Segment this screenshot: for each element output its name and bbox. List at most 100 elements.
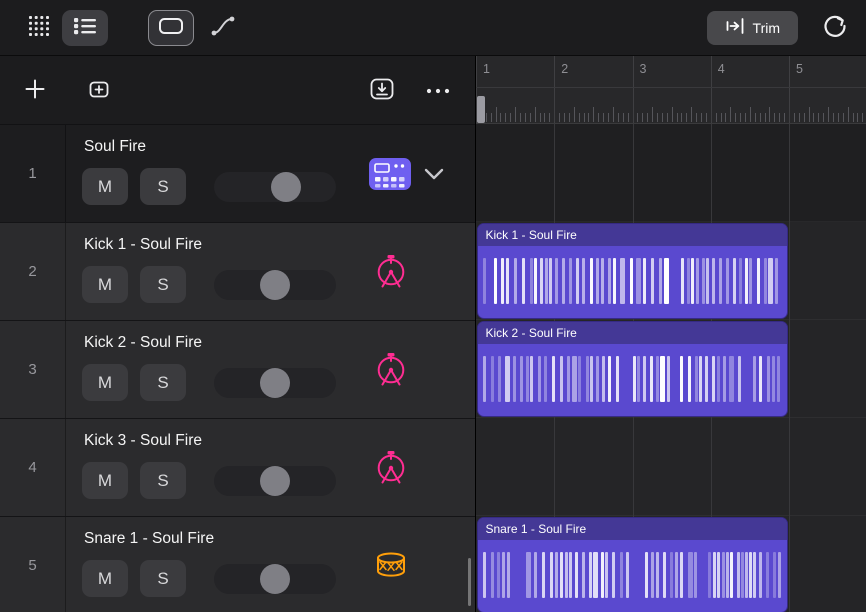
note-bar	[483, 552, 486, 598]
timeline-ruler[interactable]: 12345	[476, 56, 866, 124]
ruler-tick	[833, 113, 834, 122]
ruler-tick	[672, 107, 673, 122]
region-header: Snare 1 - Soul Fire	[478, 518, 787, 540]
ruler-tick	[848, 107, 849, 122]
track-lane[interactable]	[476, 418, 866, 516]
note-bar	[733, 258, 736, 304]
toolbar-right-group: Trim	[707, 10, 858, 46]
ruler-tick	[730, 107, 731, 122]
snare-drum-icon	[372, 550, 410, 582]
note-bar	[549, 258, 552, 304]
ruler-tick	[642, 113, 643, 122]
volume-knob[interactable]	[260, 564, 290, 594]
track-header: Soul Fire M S	[66, 125, 475, 222]
ruler-tick	[603, 113, 604, 122]
note-bar	[542, 552, 545, 598]
solo-button[interactable]: S	[140, 364, 186, 401]
note-bar	[681, 258, 684, 304]
midi-region[interactable]: Kick 2 - Soul Fire	[477, 321, 788, 417]
note-bar	[749, 552, 752, 598]
volume-knob[interactable]	[271, 172, 301, 202]
new-track-button[interactable]	[84, 77, 112, 104]
track-row-list: 1 Soul Fire M S 2 Kick 1 -	[0, 124, 475, 612]
ruler-tick	[706, 113, 707, 122]
note-bar	[565, 552, 568, 598]
rounded-rect-tool-icon	[158, 16, 184, 39]
region-note-display	[478, 246, 787, 318]
solo-button[interactable]: S	[140, 560, 186, 597]
cycle-button[interactable]	[812, 10, 858, 46]
mute-button[interactable]: M	[82, 168, 128, 205]
ruler-tick	[696, 113, 697, 122]
ruler-tick	[769, 107, 770, 122]
note-bar	[719, 258, 722, 304]
note-bar	[663, 552, 666, 598]
track-row[interactable]: 3 Kick 2 - Soul Fire M S	[0, 321, 475, 419]
more-button[interactable]	[425, 83, 451, 98]
ruler-tick	[549, 113, 550, 122]
track-list-icon	[74, 17, 96, 38]
note-bar	[753, 552, 756, 598]
add-track-button[interactable]	[24, 78, 46, 103]
volume-knob[interactable]	[260, 466, 290, 496]
mute-button[interactable]: M	[82, 462, 128, 499]
track-header: Snare 1 - Soul Fire M S	[66, 517, 475, 612]
ruler-tick	[765, 113, 766, 122]
ruler-tick	[584, 113, 585, 122]
solo-button[interactable]: S	[140, 462, 186, 499]
track-row[interactable]: 1 Soul Fire M S	[0, 125, 475, 223]
note-bar	[651, 552, 654, 598]
note-bar	[726, 258, 729, 304]
trim-button[interactable]: Trim	[707, 11, 798, 45]
ruler-tick	[838, 113, 839, 122]
volume-knob[interactable]	[260, 368, 290, 398]
solo-button[interactable]: S	[140, 168, 186, 205]
volume-knob[interactable]	[260, 270, 290, 300]
mute-button[interactable]: M	[82, 266, 128, 303]
track-lane[interactable]	[476, 124, 866, 222]
note-bar	[538, 356, 541, 402]
volume-slider[interactable]	[214, 466, 336, 496]
region-label: Kick 1 - Soul Fire	[486, 228, 577, 242]
volume-slider[interactable]	[214, 270, 336, 300]
note-bar	[757, 258, 760, 304]
note-bar	[497, 552, 500, 598]
volume-slider[interactable]	[214, 172, 336, 202]
automation-tool-button[interactable]	[200, 10, 246, 46]
note-bar	[582, 258, 585, 304]
ruler-tick	[740, 113, 741, 122]
note-bar	[626, 552, 629, 598]
volume-slider[interactable]	[214, 368, 336, 398]
track-row[interactable]: 5 Snare 1 - Soul Fire M S	[0, 517, 475, 612]
note-bar	[596, 258, 599, 304]
region-header: Kick 1 - Soul Fire	[478, 224, 787, 246]
measure-number: 2	[561, 62, 568, 76]
note-bar	[630, 258, 633, 304]
ruler-tick	[579, 113, 580, 122]
note-bar	[593, 552, 598, 598]
track-number: 2	[0, 223, 66, 320]
mute-button[interactable]: M	[82, 364, 128, 401]
ruler-tick	[628, 113, 629, 122]
note-bar	[659, 258, 662, 304]
grid-view-button[interactable]	[16, 10, 62, 46]
scrollbar[interactable]	[468, 558, 471, 606]
track-row[interactable]: 4 Kick 3 - Soul Fire M S	[0, 419, 475, 517]
note-bar	[650, 356, 653, 402]
ruler-tick	[686, 113, 687, 122]
select-tool-button[interactable]	[148, 10, 194, 46]
midi-region[interactable]: Snare 1 - Soul Fire	[477, 517, 788, 612]
playhead-handle[interactable]	[477, 96, 485, 123]
track-list-view-button[interactable]	[62, 10, 108, 46]
midi-region[interactable]: Kick 1 - Soul Fire	[477, 223, 788, 319]
volume-slider[interactable]	[214, 564, 336, 594]
solo-button[interactable]: S	[140, 266, 186, 303]
track-lanes[interactable]: Kick 1 - Soul Fire Kick 2 - Soul Fire Snar…	[476, 124, 866, 612]
mute-button[interactable]: M	[82, 560, 128, 597]
ruler-tick	[525, 113, 526, 122]
track-row[interactable]: 2 Kick 1 - Soul Fire M S	[0, 223, 475, 321]
chevron-down-icon[interactable]	[420, 164, 448, 184]
ellipsis-icon	[425, 83, 451, 98]
note-bar	[759, 356, 762, 402]
import-button[interactable]	[369, 77, 395, 104]
